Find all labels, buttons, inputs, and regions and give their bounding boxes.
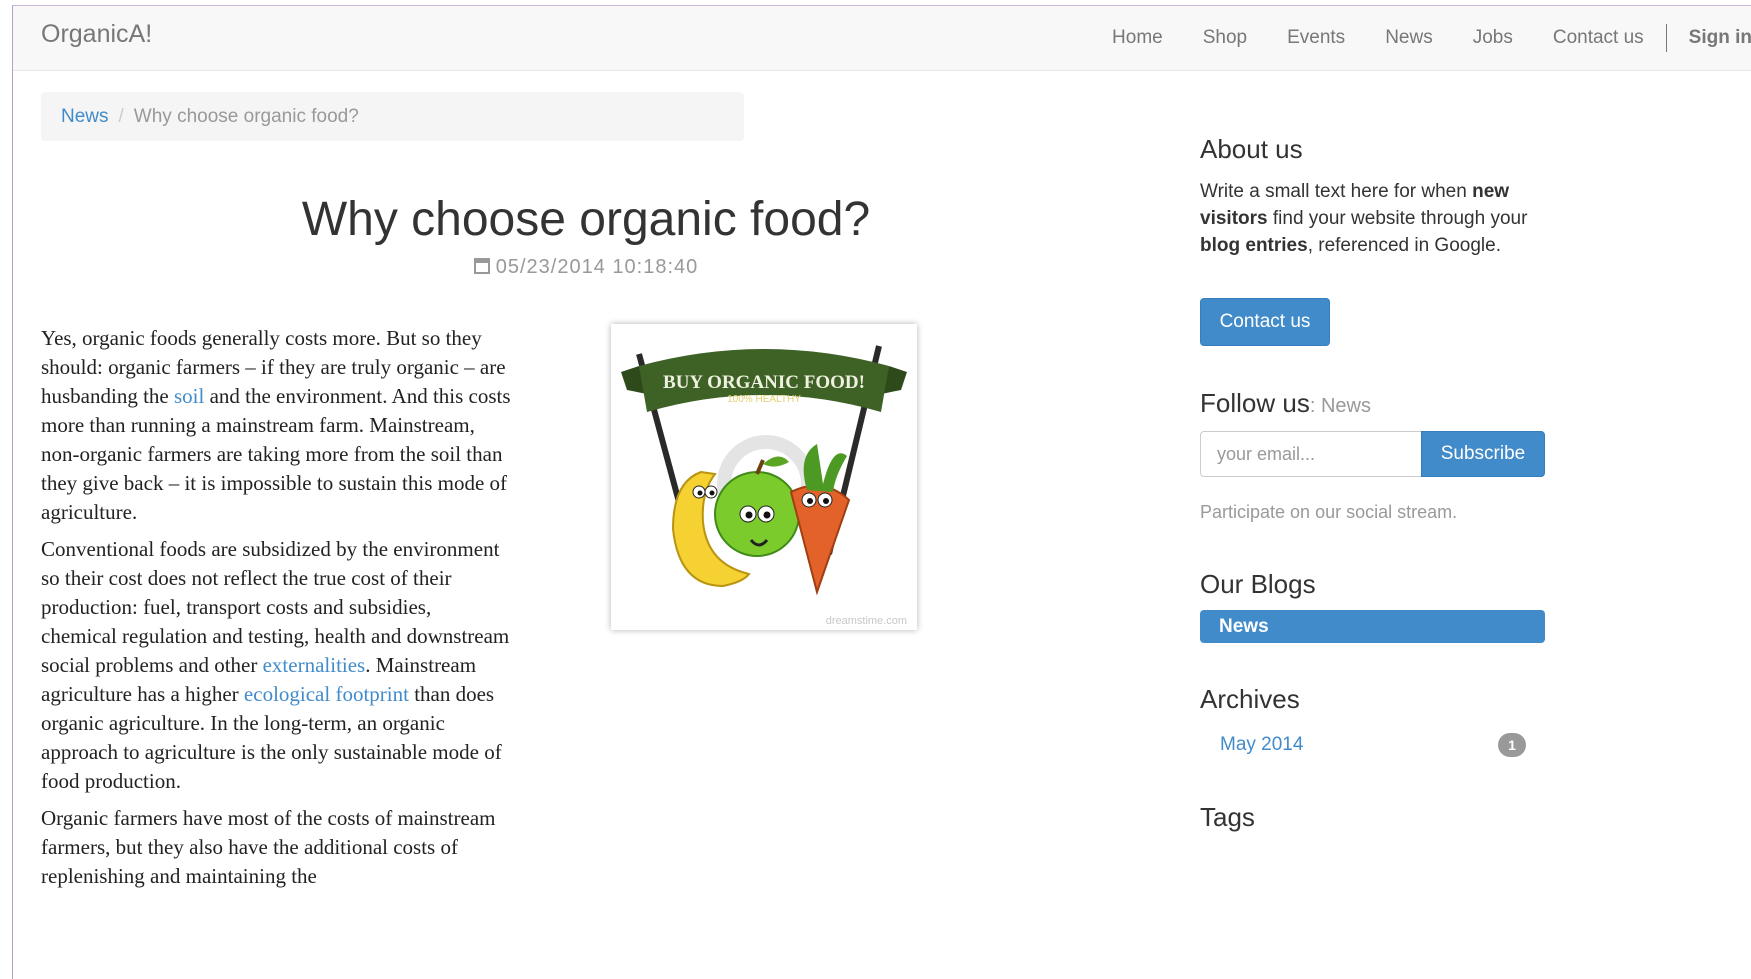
archive-label: May 2014 [1220, 734, 1304, 755]
image-watermark: dreamstime.com [826, 615, 907, 627]
post-paragraph-3: Organic farmers have most of the costs o… [41, 804, 511, 891]
follow-heading: Follow us: News [1200, 388, 1371, 419]
nav-sign-in[interactable]: Sign in [1689, 27, 1751, 49]
contact-us-button[interactable]: Contact us [1200, 298, 1330, 346]
nav-divider [1665, 24, 1667, 52]
banner-main-text: BUY ORGANIC FOOD! [663, 372, 865, 393]
link-soil[interactable]: soil [174, 384, 204, 408]
text: , referenced in Google. [1307, 235, 1501, 256]
email-input[interactable] [1200, 431, 1422, 477]
navbar: OrganicA! Home Shop Events News Jobs Con… [13, 6, 1751, 71]
breadcrumb: News / Why choose organic food? [41, 92, 744, 141]
calendar-icon [473, 258, 490, 274]
text: find your website through your [1267, 208, 1528, 229]
text-bold: blog entries [1200, 235, 1308, 256]
about-heading: About us [1200, 134, 1303, 164]
breadcrumb-news-link[interactable]: News [61, 106, 109, 128]
text: Write a small text here for when [1200, 181, 1473, 202]
nav-shop[interactable]: Shop [1203, 27, 1247, 49]
about-text: Write a small text here for when new vis… [1200, 178, 1545, 259]
post-date: 05/23/2014 10:18:40 [41, 256, 1131, 279]
archive-item[interactable]: May 2014 1 [1200, 728, 1545, 762]
tags-heading: Tags [1200, 802, 1255, 832]
blog-item-news[interactable]: News [1200, 610, 1545, 643]
nav-home[interactable]: Home [1112, 27, 1163, 49]
banner-sub-text: 100% HEALTHY [727, 394, 801, 405]
breadcrumb-separator: / [118, 105, 124, 127]
nav-contact-us[interactable]: Contact us [1553, 27, 1644, 49]
post-body: Yes, organic foods generally costs more.… [41, 324, 511, 899]
subscribe-button[interactable]: Subscribe [1421, 431, 1545, 477]
archives-heading: Archives [1200, 684, 1300, 714]
post-paragraph-1: Yes, organic foods generally costs more.… [41, 324, 511, 527]
post-title: Why choose organic food? [301, 193, 871, 246]
post-paragraph-2: Conventional foods are subsidized by the… [41, 535, 511, 796]
blogs-heading: Our Blogs [1200, 569, 1316, 599]
post-date-text: 05/23/2014 10:18:40 [495, 256, 699, 278]
follow-heading-sub: : News [1309, 395, 1371, 417]
social-stream-text: Participate on our social stream. [1200, 502, 1458, 522]
breadcrumb-current: Why choose organic food? [133, 105, 359, 127]
nav-jobs[interactable]: Jobs [1473, 27, 1513, 49]
link-externalities[interactable]: externalities [263, 653, 366, 677]
archive-count-badge: 1 [1498, 733, 1526, 757]
follow-heading-text: Follow us [1200, 388, 1310, 418]
post-image: BUY ORGANIC FOOD! 100% HEALTHY dreamstim… [611, 324, 917, 630]
nav-events[interactable]: Events [1287, 27, 1345, 49]
brand-logo[interactable]: OrganicA! [41, 20, 152, 49]
text: Organic farmers have most of the costs o… [41, 806, 496, 888]
browser-viewport: OrganicA! Home Shop Events News Jobs Con… [12, 5, 1751, 979]
nav-news[interactable]: News [1385, 27, 1433, 49]
link-ecological-footprint[interactable]: ecological footprint [244, 682, 409, 706]
nav-menu: Home Shop Events News Jobs Contact us Si… [1112, 6, 1751, 70]
organic-food-illustration: BUY ORGANIC FOOD! 100% HEALTHY dreamstim… [621, 345, 907, 627]
